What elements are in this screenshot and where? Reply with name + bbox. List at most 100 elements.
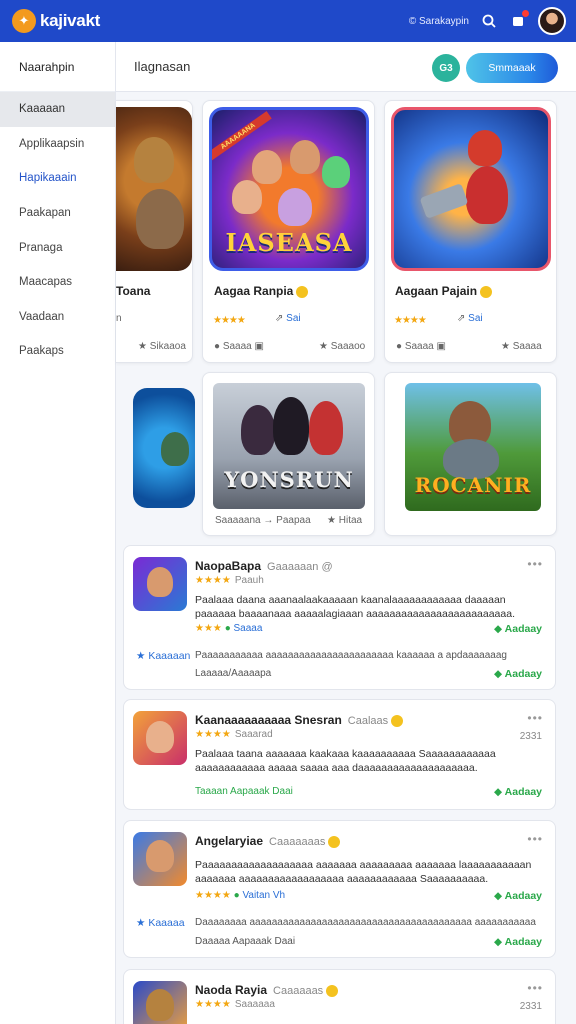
game-card-2[interactable]: Aagaan Pajain ★★★★ ⇗ Sai ● Saaaa ▣ ★ Saa…: [384, 100, 557, 363]
content-header: Ilagnasan G3 Smmaaak: [116, 42, 576, 92]
review-thumbnail-1: [133, 711, 187, 765]
coin-icon: [391, 714, 404, 727]
bell-icon[interactable]: [509, 10, 529, 30]
review-card-0[interactable]: NaopaBapa Gaaaaaan @ ••• ★★★★ Paauh Paalaa…: [123, 545, 556, 690]
sidebar-item-4[interactable]: Pranaga: [0, 230, 115, 265]
review-card-1[interactable]: Kaanaaaaaaaaaa Snesran Caalaas ••• ★★★★ Sa…: [123, 699, 556, 810]
app-name: kajivakt: [40, 11, 100, 30]
avatar[interactable]: [538, 7, 566, 35]
thumb-icon: ◆: [494, 623, 505, 635]
game-title-1: Aagaa Ranpia: [214, 284, 309, 298]
game-footer-left-4: Saaaaana → Paapaa: [215, 515, 311, 526]
more-options-icon[interactable]: •••: [527, 981, 543, 995]
more-options-icon[interactable]: •••: [527, 557, 543, 571]
review-line2-0: Paaaaaaaaaaa aaaaaaaaaaaaaaaaaaaaaaa kaa…: [195, 650, 507, 661]
check-icon: ●: [224, 623, 231, 634]
game-art-title-5: ROCANIR: [414, 473, 532, 497]
more-options-icon[interactable]: •••: [527, 711, 543, 725]
game-footer-right-1: ★ Saaaoo: [319, 341, 365, 352]
more-options-icon[interactable]: •••: [527, 832, 543, 846]
review-stars-label-0: Paauh: [234, 575, 264, 586]
game-art-3: [133, 388, 195, 508]
game-card-3[interactable]: [127, 378, 195, 512]
primary-button[interactable]: Smmaaak: [466, 53, 558, 83]
sidebar-item-2[interactable]: Hapikaaain: [0, 161, 115, 196]
small-action-button[interactable]: G3: [432, 54, 460, 82]
check-icon: ◆: [494, 668, 505, 680]
sidebar-item-0[interactable]: Kaaaaan: [0, 92, 115, 127]
check-icon: ●: [233, 890, 240, 901]
review-line3-2: Daaaaa Aapaaak Daai: [195, 936, 296, 947]
review-stars-value-2: ★★★★: [195, 890, 231, 901]
review-action2-2[interactable]: ◆ Aadaay: [494, 936, 542, 948]
star-link-icon: ★: [136, 917, 149, 929]
notification-dot: [522, 10, 529, 17]
share-icon: ⇗: [457, 313, 469, 324]
sidebar-heading: Naarahpin: [0, 42, 115, 92]
game-tag-1: ⇗ Sai: [275, 313, 301, 324]
review-card-2[interactable]: Angelaryiae Caaaaaaas ••• Paaaaaaaaaaaaaa…: [123, 820, 556, 958]
coin-icon: [296, 285, 309, 298]
review-action2-0[interactable]: ◆ Aadaay: [494, 668, 542, 680]
review-action2-1[interactable]: ◆ Aadaay: [494, 786, 542, 798]
review-stars-value-0: ★★★★: [195, 575, 231, 586]
review-stars-value-1: ★★★★: [195, 729, 231, 740]
sidebar-item-5[interactable]: Maacapas: [0, 265, 115, 300]
review-action2-text-0: Aadaay: [504, 668, 542, 680]
review-name-text-3: Naoda Rayia: [195, 983, 268, 997]
check-icon: ◆: [494, 786, 505, 798]
sidebar-item-7[interactable]: Paakaps: [0, 334, 115, 369]
review-body-2: Paaaaaaaaaaaaaaaaaaa aaaaaaa aaaaaaaaa a…: [195, 859, 532, 885]
coin-icon: [480, 285, 493, 298]
review-left-link-2[interactable]: ★ Kaaaaa: [136, 917, 185, 929]
sidebar-item-3[interactable]: Paakapan: [0, 196, 115, 231]
top-right-group: © Sarakaypin: [409, 7, 566, 35]
review-thumbnail-3: [133, 981, 187, 1024]
review-sub-2: Caaaaaaas: [269, 836, 326, 848]
review-stars-3: ★★★★ Saaaaaa: [195, 999, 275, 1010]
review-name-2: Angelaryiae Caaaaaaas: [195, 834, 341, 848]
game-art-2: [391, 107, 551, 271]
share-icon: ⇗: [275, 313, 287, 324]
review-action1-text-2: Aadaay: [504, 890, 542, 902]
game-card-5[interactable]: ROCANIR: [384, 372, 557, 536]
coin-icon: [328, 835, 341, 848]
user-small-icon: ●: [396, 341, 405, 352]
star-small-icon: ★: [327, 515, 339, 526]
game-art-4: YONSRUN: [213, 383, 365, 509]
review-stars-label-2: Vaitan Vh: [242, 890, 286, 901]
review-name-text-1: Kaanaaaaaaaaaa Snesran: [195, 713, 342, 727]
review-thumbnail-0: [133, 557, 187, 611]
game-tag-0: n: [116, 313, 122, 324]
review-action2-text-2: Aadaay: [504, 936, 542, 948]
game-tag-2: ⇗ Sai: [457, 313, 483, 324]
game-art-title-1: IASEASA: [225, 228, 353, 257]
search-icon[interactable]: [480, 12, 498, 30]
review-left-link-0[interactable]: ★ Kaaaaan: [136, 650, 190, 662]
review-sub-3: Caaaaaas: [273, 985, 324, 997]
review-action1-text-0: Aadaay: [504, 623, 542, 635]
review-action1-0[interactable]: ◆ Aadaay: [494, 623, 542, 635]
review-action1-2[interactable]: ◆ Aadaay: [494, 890, 542, 902]
review-name-3: Naoda Rayia Caaaaaas: [195, 983, 339, 997]
review-line1-2: ★★★★ ● Vaitan Vh: [195, 890, 285, 901]
game-card-4[interactable]: YONSRUN Saaaaana → Paapaa ★ Hitaa: [202, 372, 375, 536]
game-card-1[interactable]: IASEASA AAAAAANA Aagaa Ranpia ★★★★ ⇗ Sai…: [202, 100, 375, 363]
review-line3-1: Taaaan Aapaaak Daai: [195, 786, 293, 797]
review-card-3[interactable]: Naoda Rayia Caaaaaas ••• ★★★★ Saaaaaa 2331: [123, 969, 556, 1024]
review-body-0: Paalaaa daana aaanaalaakaaaaan kaanalaaa…: [195, 594, 515, 620]
game-footer-left-1: ● Saaaa ▣: [214, 341, 264, 352]
game-footer-right-text-4: Hitaa: [338, 515, 363, 526]
game-footer-right-4: ★ Hitaa: [327, 515, 362, 526]
game-art-title-4: YONSRUN: [224, 467, 354, 492]
sidebar-item-1[interactable]: Applikaapsin: [0, 127, 115, 162]
review-line3-0: Laaaaa/Aaaaapa: [195, 668, 272, 679]
game-card-0[interactable]: Toana n ★ Sikaaoa: [116, 100, 193, 363]
sidebar-item-6[interactable]: Vaadaan: [0, 300, 115, 335]
lock-small-icon: ▣: [251, 341, 264, 352]
game-footer-right-0: ★ Sikaaoa: [138, 341, 186, 352]
review-name-text-0: NaopaBapa: [195, 559, 262, 573]
review-sub-0: Gaaaaaan @: [267, 561, 333, 573]
user-small-icon: ●: [214, 341, 223, 352]
top-link[interactable]: © Sarakaypin: [409, 16, 469, 27]
